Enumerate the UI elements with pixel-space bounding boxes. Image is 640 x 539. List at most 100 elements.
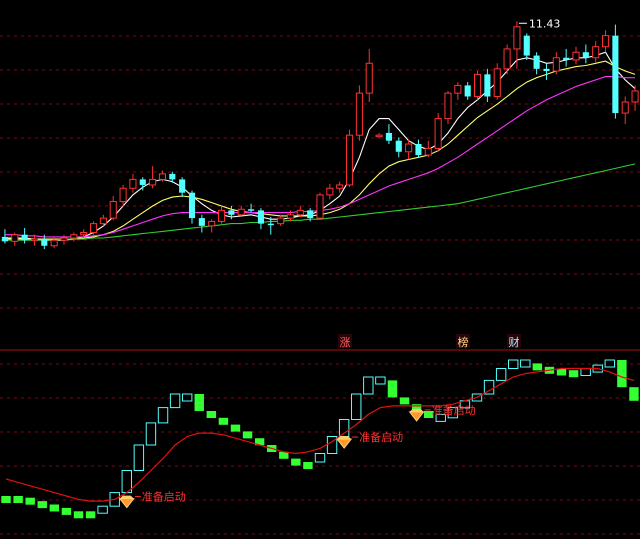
candle-body <box>139 179 146 185</box>
candle-body <box>424 147 432 156</box>
indicator-bar <box>314 453 326 463</box>
candle-body <box>119 187 127 203</box>
candle-body <box>336 184 344 189</box>
event-marker-label: 榜 <box>458 335 469 349</box>
candle-body <box>60 237 68 241</box>
indicator-bar <box>338 419 350 437</box>
start-signal-label: 准备启动 <box>359 430 403 444</box>
event-marker-label: 财 <box>509 335 520 349</box>
candle-body <box>543 68 550 72</box>
candle-body <box>267 223 274 226</box>
candle-body <box>30 238 39 242</box>
start-signal-diamond-icon[interactable] <box>118 498 135 509</box>
candle-body <box>415 144 422 156</box>
start-signal-diamond-icon[interactable] <box>336 438 353 449</box>
indicator-bar <box>387 380 398 398</box>
indicator-bar <box>49 504 60 512</box>
candle-body <box>493 68 501 97</box>
start-signal-diamond-top <box>119 495 134 499</box>
candle-body <box>129 178 137 189</box>
candle-body <box>21 234 28 241</box>
indicator-bar <box>617 360 627 388</box>
candle-body <box>582 52 589 58</box>
indicator-bar <box>532 363 543 371</box>
event-marker-label: 涨 <box>340 336 351 349</box>
candle-body <box>169 173 176 180</box>
indicator-bar <box>629 387 639 401</box>
candle-body <box>434 118 442 149</box>
candle-body <box>365 62 373 94</box>
candle-body <box>345 134 354 186</box>
indicator-bar <box>61 507 72 515</box>
candle-body <box>80 231 88 236</box>
indicator-bar <box>291 458 301 466</box>
stock-chart: 涨榜财 准备启动准备启动准备启动 11.43 <box>0 17 640 535</box>
candle-body <box>612 35 619 114</box>
candle-body <box>179 179 186 193</box>
candle-body <box>601 35 610 48</box>
signal-line <box>5 367 635 502</box>
indicator-bar <box>242 431 253 439</box>
indicator-bar <box>568 370 579 378</box>
indicator-bar <box>13 496 23 503</box>
candle-body <box>592 46 600 59</box>
candle-body <box>513 26 521 50</box>
candle-body <box>326 187 334 196</box>
indicator-bar <box>580 368 591 376</box>
candle-body <box>208 220 216 227</box>
candle-body <box>385 132 392 141</box>
indicator-bar <box>85 511 96 519</box>
indicator-bar <box>25 497 35 505</box>
candle-body <box>563 57 570 60</box>
indicator-bar <box>169 393 181 409</box>
candle-body <box>444 92 452 120</box>
indicator-bar <box>157 407 169 424</box>
indicator-bar <box>507 359 519 369</box>
candle-body <box>11 234 19 242</box>
indicator-bar <box>181 393 193 402</box>
candle-body <box>375 134 383 138</box>
candle-body <box>41 239 48 246</box>
candle-body <box>572 51 580 61</box>
indicator-bar <box>375 376 386 385</box>
candle-body <box>296 209 304 216</box>
indicator-bar <box>73 511 84 519</box>
candle-body <box>149 178 157 186</box>
candle-body <box>99 217 107 225</box>
candle-body <box>552 57 560 72</box>
candle-body <box>473 73 482 97</box>
candle-body <box>307 210 314 219</box>
indicator-bar <box>1 496 11 503</box>
indicator-bar <box>206 411 217 418</box>
candle-body <box>286 214 295 219</box>
candle-body <box>621 101 629 114</box>
indicator-bar <box>37 501 47 509</box>
indicator-bar <box>399 397 410 405</box>
start-signal-label: 准备启动 <box>142 490 186 504</box>
candle-body <box>89 223 98 233</box>
indicator-bar <box>303 462 313 469</box>
candle-body <box>158 173 167 180</box>
candle-body <box>248 209 255 211</box>
candle-body <box>523 35 530 56</box>
indicator-bar <box>351 393 362 420</box>
candle-body <box>237 208 245 216</box>
indicator-bar <box>520 359 531 368</box>
indicator-bar <box>133 444 145 471</box>
start-signal-diamond-icon[interactable] <box>408 411 425 422</box>
candle-body <box>109 201 117 219</box>
candle-body <box>355 92 363 136</box>
candle-body <box>395 140 402 152</box>
indicator-bar <box>145 422 157 446</box>
indicator-bar <box>230 424 241 432</box>
indicator-bar <box>97 505 108 514</box>
price-panel: 涨榜财 <box>0 21 640 349</box>
start-signal-label: 准备启动 <box>432 403 476 417</box>
candle-body <box>188 192 196 219</box>
indicator-bar <box>604 359 616 368</box>
indicator-bar <box>194 394 204 411</box>
indicator-bar <box>363 376 374 395</box>
candle-body <box>316 194 324 219</box>
candle-body <box>405 143 413 153</box>
candle-body <box>503 48 511 70</box>
